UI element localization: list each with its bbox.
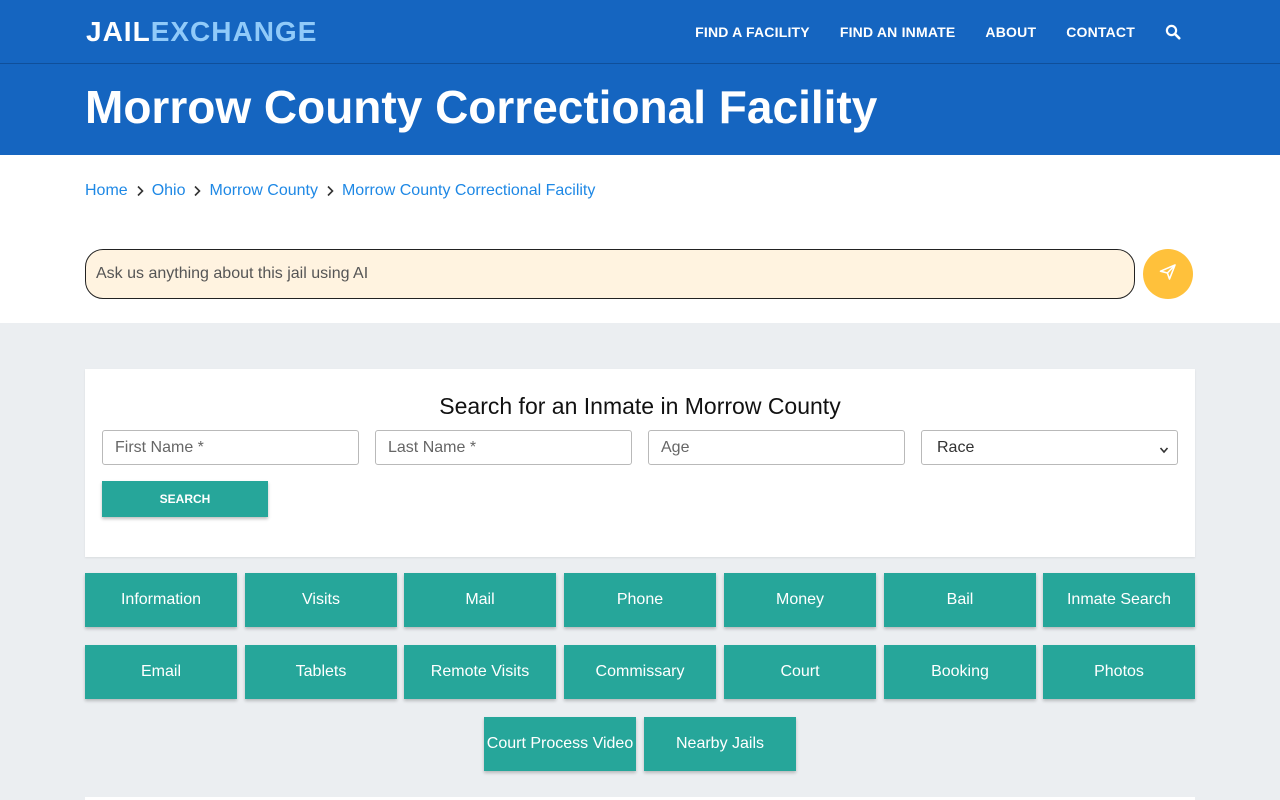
- tile-information[interactable]: Information: [85, 573, 237, 627]
- logo-exchange-text: EXCHANGE: [150, 16, 318, 47]
- search-card-title: Search for an Inmate in Morrow County: [439, 393, 841, 419]
- page-title: Morrow County Correctional Facility: [85, 81, 878, 133]
- inmate-search-card: Search for an Inmate in Morrow County Ra…: [85, 369, 1195, 557]
- ai-send-button[interactable]: [1143, 249, 1193, 299]
- tile-court[interactable]: Court: [724, 645, 876, 699]
- nav-contact[interactable]: CONTACT: [1066, 24, 1135, 40]
- ai-question-box: [85, 249, 1135, 299]
- nav-about[interactable]: ABOUT: [985, 24, 1036, 40]
- breadcrumb-home[interactable]: Home: [85, 182, 128, 200]
- breadcrumb-state[interactable]: Ohio: [152, 182, 186, 200]
- nav-find-a-facility[interactable]: FIND A FACILITY: [695, 24, 810, 40]
- tile-visits[interactable]: Visits: [245, 573, 397, 627]
- nav-find-an-inmate[interactable]: FIND AN INMATE: [840, 24, 956, 40]
- top-content-band: Home Ohio Morrow County Morrow County Co…: [0, 155, 1280, 323]
- chevron-right-icon: [128, 185, 152, 197]
- tile-inmate-search[interactable]: Inmate Search: [1043, 573, 1195, 627]
- top-navbar: JAILEXCHANGE FIND A FACILITY FIND AN INM…: [0, 0, 1280, 64]
- tile-tablets[interactable]: Tablets: [245, 645, 397, 699]
- race-select[interactable]: Race: [922, 431, 1177, 464]
- tile-money[interactable]: Money: [724, 573, 876, 627]
- tile-phone[interactable]: Phone: [564, 573, 716, 627]
- breadcrumb: Home Ohio Morrow County Morrow County Co…: [85, 182, 595, 200]
- age-field-wrap: [648, 430, 905, 465]
- search-button[interactable]: SEARCH: [102, 481, 268, 517]
- tile-photos[interactable]: Photos: [1043, 645, 1195, 699]
- race-select-wrap: Race: [921, 430, 1178, 465]
- breadcrumb-county[interactable]: Morrow County: [209, 182, 317, 200]
- paper-plane-icon: [1159, 263, 1177, 286]
- site-logo[interactable]: JAILEXCHANGE: [86, 16, 317, 48]
- chevron-right-icon: [318, 185, 342, 197]
- chevron-right-icon: [185, 185, 209, 197]
- tile-bail[interactable]: Bail: [884, 573, 1036, 627]
- last-name-field-wrap: [375, 430, 632, 465]
- tile-court-process-video[interactable]: Court Process Video: [484, 717, 636, 771]
- ai-question-input[interactable]: [86, 250, 1134, 298]
- tile-commissary[interactable]: Commissary: [564, 645, 716, 699]
- last-name-field[interactable]: [376, 431, 631, 464]
- tile-booking[interactable]: Booking: [884, 645, 1036, 699]
- first-name-field[interactable]: [103, 431, 358, 464]
- tile-remote-visits[interactable]: Remote Visits: [404, 645, 556, 699]
- age-field[interactable]: [649, 431, 904, 464]
- tile-nearby-jails[interactable]: Nearby Jails: [644, 717, 796, 771]
- first-name-field-wrap: [102, 430, 359, 465]
- breadcrumb-facility[interactable]: Morrow County Correctional Facility: [342, 182, 595, 200]
- logo-jail-text: JAIL: [86, 16, 151, 47]
- main-nav: FIND A FACILITY FIND AN INMATE ABOUT CON…: [695, 0, 1280, 64]
- search-icon[interactable]: [1165, 24, 1181, 40]
- hero-banner: Morrow County Correctional Facility: [0, 64, 1280, 155]
- tile-mail[interactable]: Mail: [404, 573, 556, 627]
- tile-email[interactable]: Email: [85, 645, 237, 699]
